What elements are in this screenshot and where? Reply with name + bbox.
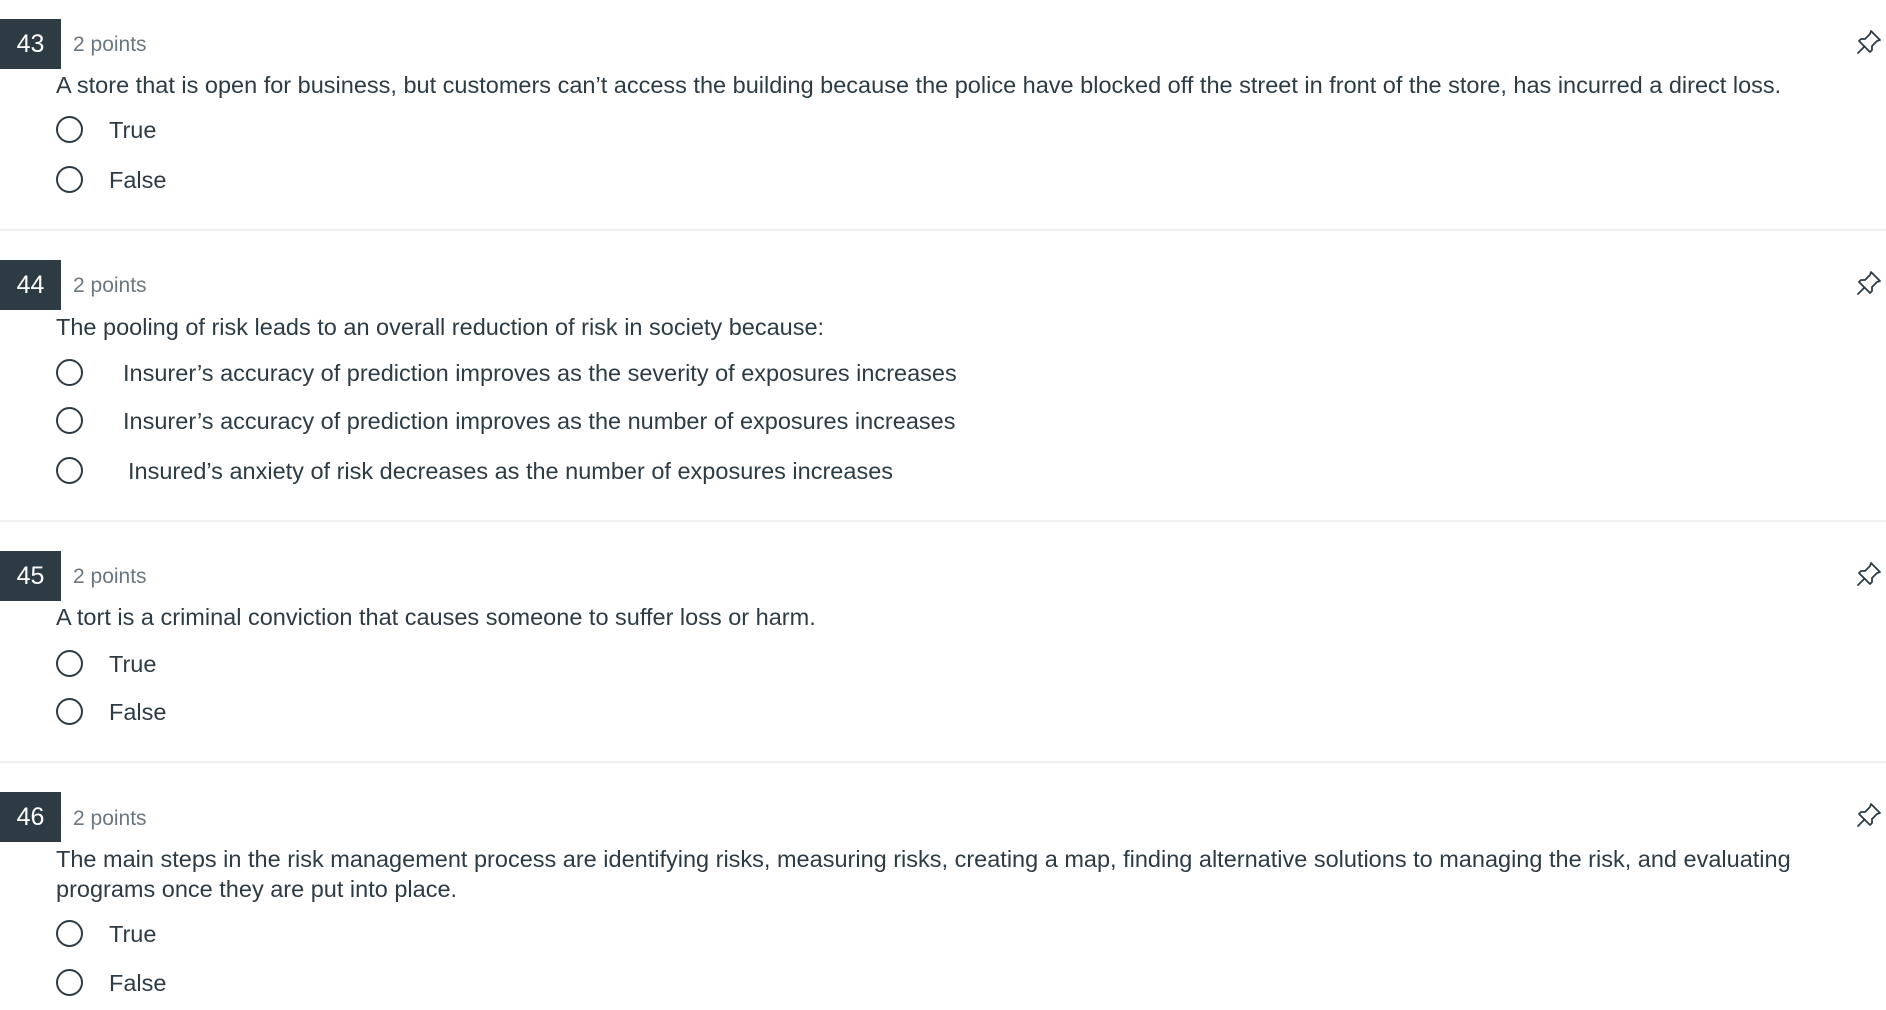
question-text: The main steps in the risk management pr… [56, 846, 1791, 902]
answer-label[interactable]: False [109, 165, 166, 195]
pin-icon[interactable] [1855, 269, 1883, 297]
radio-unselected-icon[interactable] [56, 698, 83, 725]
pin-icon[interactable] [1855, 560, 1883, 588]
radio-unselected-icon[interactable] [56, 359, 83, 386]
radio-unselected-icon[interactable] [56, 407, 83, 434]
radio-unselected-icon[interactable] [56, 920, 83, 947]
question-number: 45 [0, 551, 61, 601]
answer-label[interactable]: Insurer’s accuracy of prediction improve… [123, 358, 957, 388]
question-points: 2 points [73, 807, 147, 830]
answer-label[interactable]: True [109, 649, 156, 679]
question-text: A store that is open for business, but c… [56, 72, 1782, 98]
question-points: 2 points [73, 33, 147, 56]
answer-label[interactable]: False [109, 968, 166, 998]
radio-unselected-icon[interactable] [56, 457, 83, 484]
pin-icon[interactable] [1855, 28, 1883, 56]
question-divider [0, 520, 1886, 522]
question-points: 2 points [73, 565, 147, 588]
answer-label[interactable]: True [109, 919, 156, 949]
answer-label[interactable]: False [109, 697, 166, 727]
radio-unselected-icon[interactable] [56, 969, 83, 996]
question-text: The pooling of risk leads to an overall … [56, 314, 825, 340]
question-number: 44 [0, 260, 61, 310]
pin-icon[interactable] [1855, 801, 1883, 829]
question-divider [0, 229, 1886, 231]
radio-unselected-icon[interactable] [56, 166, 83, 193]
answer-label[interactable]: True [109, 115, 156, 145]
radio-unselected-icon[interactable] [56, 650, 83, 677]
radio-unselected-icon[interactable] [56, 116, 83, 143]
question-text: A tort is a criminal conviction that cau… [56, 604, 816, 630]
question-number: 43 [0, 19, 61, 69]
question-points: 2 points [73, 274, 147, 297]
question-divider [0, 761, 1886, 763]
answer-label[interactable]: Insurer’s accuracy of prediction improve… [123, 406, 955, 436]
answer-label[interactable]: Insured’s anxiety of risk decreases as t… [128, 456, 893, 486]
question-number: 46 [0, 792, 61, 842]
